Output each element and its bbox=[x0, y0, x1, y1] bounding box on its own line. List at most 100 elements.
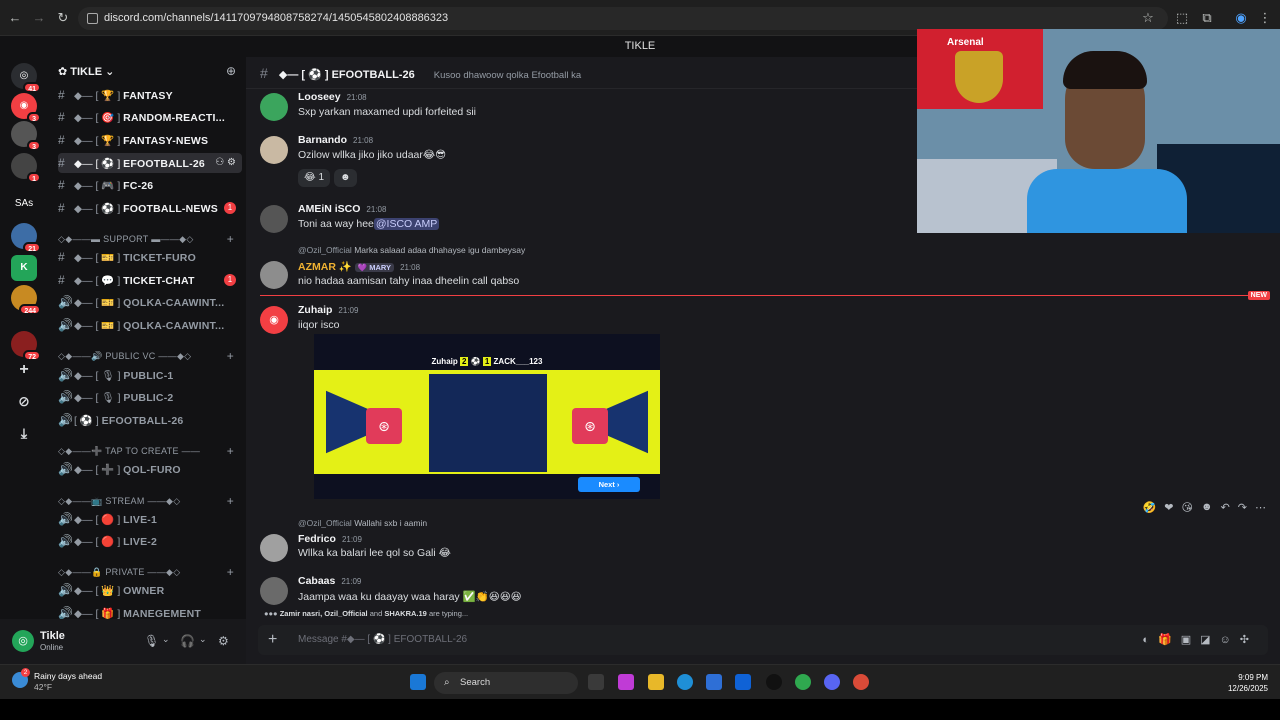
category-private[interactable]: ◇◆——🔒 PRIVATE ——◆◇ + bbox=[58, 565, 242, 579]
message-author[interactable]: Looseey 21:08 bbox=[298, 91, 367, 103]
channel-item[interactable]: 🔊◆— [ 👑 ] OWNER bbox=[58, 580, 242, 600]
channel-item[interactable]: 🔊◆— [ ➕ ] QOL-FURO bbox=[58, 459, 242, 479]
extension-icon[interactable]: ⬚ bbox=[1173, 9, 1191, 27]
reply-preview[interactable]: @Ozil_Official Marka salaad adaa dhahays… bbox=[298, 245, 525, 255]
avatar[interactable] bbox=[260, 93, 288, 121]
store-icon[interactable] bbox=[706, 674, 722, 690]
image-attachment[interactable]: Zuhaip 2 ⚽ 1 ZACK___123 ⊛ ⊛ Next › bbox=[314, 334, 660, 499]
message-author[interactable]: AMEiN iSCO 21:08 bbox=[298, 203, 386, 215]
channel-item[interactable]: 🔊◆— [ 🔴 ] LIVE-1 bbox=[58, 509, 242, 529]
gear-icon[interactable]: ⚙ bbox=[218, 634, 229, 648]
profile-icon[interactable]: ◉ bbox=[1232, 9, 1250, 27]
channel-item[interactable]: # ◆— [ 🏆 ] FANTASY bbox=[58, 85, 242, 105]
add-reaction-icon[interactable]: ☻ bbox=[334, 169, 357, 187]
server-icon[interactable]: SAs bbox=[11, 191, 37, 217]
category-tap-to-create[interactable]: ◇◆——➕ TAP TO CREATE —— + bbox=[58, 444, 242, 458]
reaction[interactable]: 😂 1 bbox=[298, 169, 331, 187]
upload-plus-icon[interactable]: + bbox=[268, 625, 277, 655]
avatar[interactable] bbox=[260, 205, 288, 233]
heart-icon[interactable]: ❤ bbox=[1164, 501, 1173, 514]
headphones-icon[interactable]: 🎧 bbox=[180, 634, 195, 648]
gift-icon[interactable]: 🎁 bbox=[1158, 634, 1181, 646]
download-icon[interactable]: ⤓ bbox=[11, 420, 37, 446]
server-icon[interactable]: 244 bbox=[11, 285, 41, 315]
category-public-vc[interactable]: ◇◆——🔊 PUBLIC VC ——◆◇ + bbox=[58, 349, 242, 363]
plus-icon[interactable]: + bbox=[227, 232, 234, 246]
add-reaction-icon[interactable]: ☻ bbox=[1201, 501, 1213, 514]
invite-icon[interactable]: ⊕ bbox=[226, 64, 236, 78]
plus-icon[interactable]: + bbox=[227, 349, 234, 363]
chrome-icon[interactable] bbox=[795, 674, 811, 690]
discord-avatar-icon[interactable]: ◉ bbox=[260, 306, 288, 334]
server-icon[interactable]: ◉ 3 bbox=[11, 93, 41, 123]
channel-item[interactable]: 🔊◆— [ 🎙 ] PUBLIC-1 bbox=[58, 365, 242, 385]
server-icon[interactable]: 3 bbox=[11, 121, 41, 151]
plus-icon[interactable]: + bbox=[227, 494, 234, 508]
avatar[interactable] bbox=[260, 136, 288, 164]
channel-item[interactable]: # ◆— [ 🏆 ] FANTASY-NEWS bbox=[58, 130, 242, 150]
user-mention[interactable]: @ISCO AMP bbox=[373, 218, 440, 230]
channel-item[interactable]: # ◆— [ 🎫 ] TICKET-FURO bbox=[58, 247, 242, 267]
message-author[interactable]: Zuhaip 21:09 bbox=[298, 304, 358, 316]
category-support[interactable]: ◇◆——▬ SUPPORT ▬——◆◇ + bbox=[58, 232, 242, 246]
server-icon[interactable]: 1 bbox=[11, 153, 41, 183]
add-server-icon[interactable]: + bbox=[11, 357, 37, 383]
site-info-icon[interactable] bbox=[87, 13, 98, 24]
apps-icon[interactable]: ✣ bbox=[1240, 634, 1258, 646]
obs-icon[interactable] bbox=[824, 674, 840, 690]
avatar[interactable] bbox=[260, 577, 288, 605]
emoji-icon[interactable]: ☺ bbox=[1220, 634, 1240, 646]
channel-item[interactable]: 🔊◆— [ 🎙 ] PUBLIC-2 bbox=[58, 387, 242, 407]
chevron-down-icon[interactable]: ⌄ bbox=[162, 634, 170, 645]
channel-item-active[interactable]: # ◆— [ ⚽ ] EFOOTBALL-26 ⚇ ⚙ bbox=[58, 153, 242, 173]
server-name-header[interactable]: ✿ TIKLE ⌄ bbox=[58, 65, 114, 78]
avatar[interactable] bbox=[260, 261, 288, 289]
avatar[interactable]: ◎ bbox=[12, 630, 34, 652]
microphone-icon[interactable]: 🎙 bbox=[144, 634, 159, 648]
channel-item[interactable]: # ◆— [ ⚽ ] FOOTBALL-NEWS 1 bbox=[58, 198, 242, 218]
arrow-left-icon[interactable]: ← bbox=[6, 9, 24, 27]
reload-icon[interactable]: ↻ bbox=[54, 9, 72, 27]
channel-item[interactable]: 🔊◆— [ 🎁 ] MANEGEMENT bbox=[58, 603, 242, 619]
taskbar-search[interactable]: ⌕ Search bbox=[434, 672, 578, 694]
star-icon[interactable]: ☆ bbox=[1139, 9, 1157, 27]
channel-item[interactable]: # ◆— [ 🎮 ] FC-26 bbox=[58, 175, 242, 195]
channel-item[interactable]: 🔊[ ⚽ ] EFOOTBALL-26 bbox=[58, 410, 242, 430]
file-explorer-icon[interactable] bbox=[648, 674, 664, 690]
arrow-right-icon[interactable]: → bbox=[30, 9, 48, 27]
gear-icon[interactable]: ⚙ bbox=[227, 157, 236, 168]
gif-icon[interactable]: ▣ bbox=[1181, 634, 1200, 646]
emoji-icon[interactable]: 🤣 bbox=[1143, 501, 1157, 514]
task-view-icon[interactable] bbox=[588, 674, 604, 690]
app-icon[interactable] bbox=[766, 674, 782, 690]
category-stream[interactable]: ◇◆——📺 STREAM ——◆◇ + bbox=[58, 494, 242, 508]
message-author[interactable]: Barnando 21:08 bbox=[298, 134, 373, 146]
plus-icon[interactable]: + bbox=[227, 444, 234, 458]
weather-widget[interactable]: 2 Rainy days ahead 42°F bbox=[12, 668, 102, 693]
server-icon[interactable]: K bbox=[11, 255, 37, 281]
server-icon[interactable]: 72 bbox=[11, 331, 41, 361]
channel-item[interactable]: 🔊◆— [ 🎫 ] QOLKA-CAAWINT... bbox=[58, 315, 242, 335]
server-icon[interactable]: 21 bbox=[11, 223, 41, 253]
copilot-icon[interactable] bbox=[618, 674, 634, 690]
system-clock[interactable]: 9:09 PM 12/26/2025 bbox=[1228, 672, 1268, 694]
start-icon[interactable] bbox=[410, 674, 426, 690]
emoji-icon[interactable]: 😘 bbox=[1182, 501, 1193, 514]
discord-home-icon[interactable]: ◎ 41 bbox=[11, 63, 41, 93]
discover-icon[interactable]: ⊘ bbox=[11, 388, 37, 414]
channel-item[interactable]: 🔊◆— [ 🔴 ] LIVE-2 bbox=[58, 531, 242, 551]
channel-item[interactable]: # ◆— [ 🎯 ] RANDOM-REACTI... bbox=[58, 107, 242, 127]
reply-icon[interactable]: ↶ bbox=[1221, 501, 1230, 514]
message-author[interactable]: AZMAR ✨ 💜 MARY 21:08 bbox=[298, 260, 420, 273]
channel-item[interactable]: 🔊◆— [ 🎫 ] QOLKA-CAAWINT... bbox=[58, 292, 242, 312]
more-icon[interactable]: ⋯ bbox=[1255, 501, 1266, 514]
edge-icon[interactable] bbox=[677, 674, 693, 690]
menu-dots-icon[interactable]: ⋮ bbox=[1256, 9, 1274, 27]
channel-topic[interactable]: Kusoo dhawoow qolka Efootball ka bbox=[434, 70, 581, 81]
app-icon[interactable]: ◐ bbox=[1142, 634, 1158, 646]
chrome-icon[interactable] bbox=[853, 674, 869, 690]
puzzle-icon[interactable]: ⧉ bbox=[1198, 9, 1216, 27]
chevron-down-icon[interactable]: ⌄ bbox=[199, 634, 207, 645]
plus-icon[interactable]: + bbox=[227, 565, 234, 579]
sticker-icon[interactable]: ◪ bbox=[1200, 634, 1219, 646]
